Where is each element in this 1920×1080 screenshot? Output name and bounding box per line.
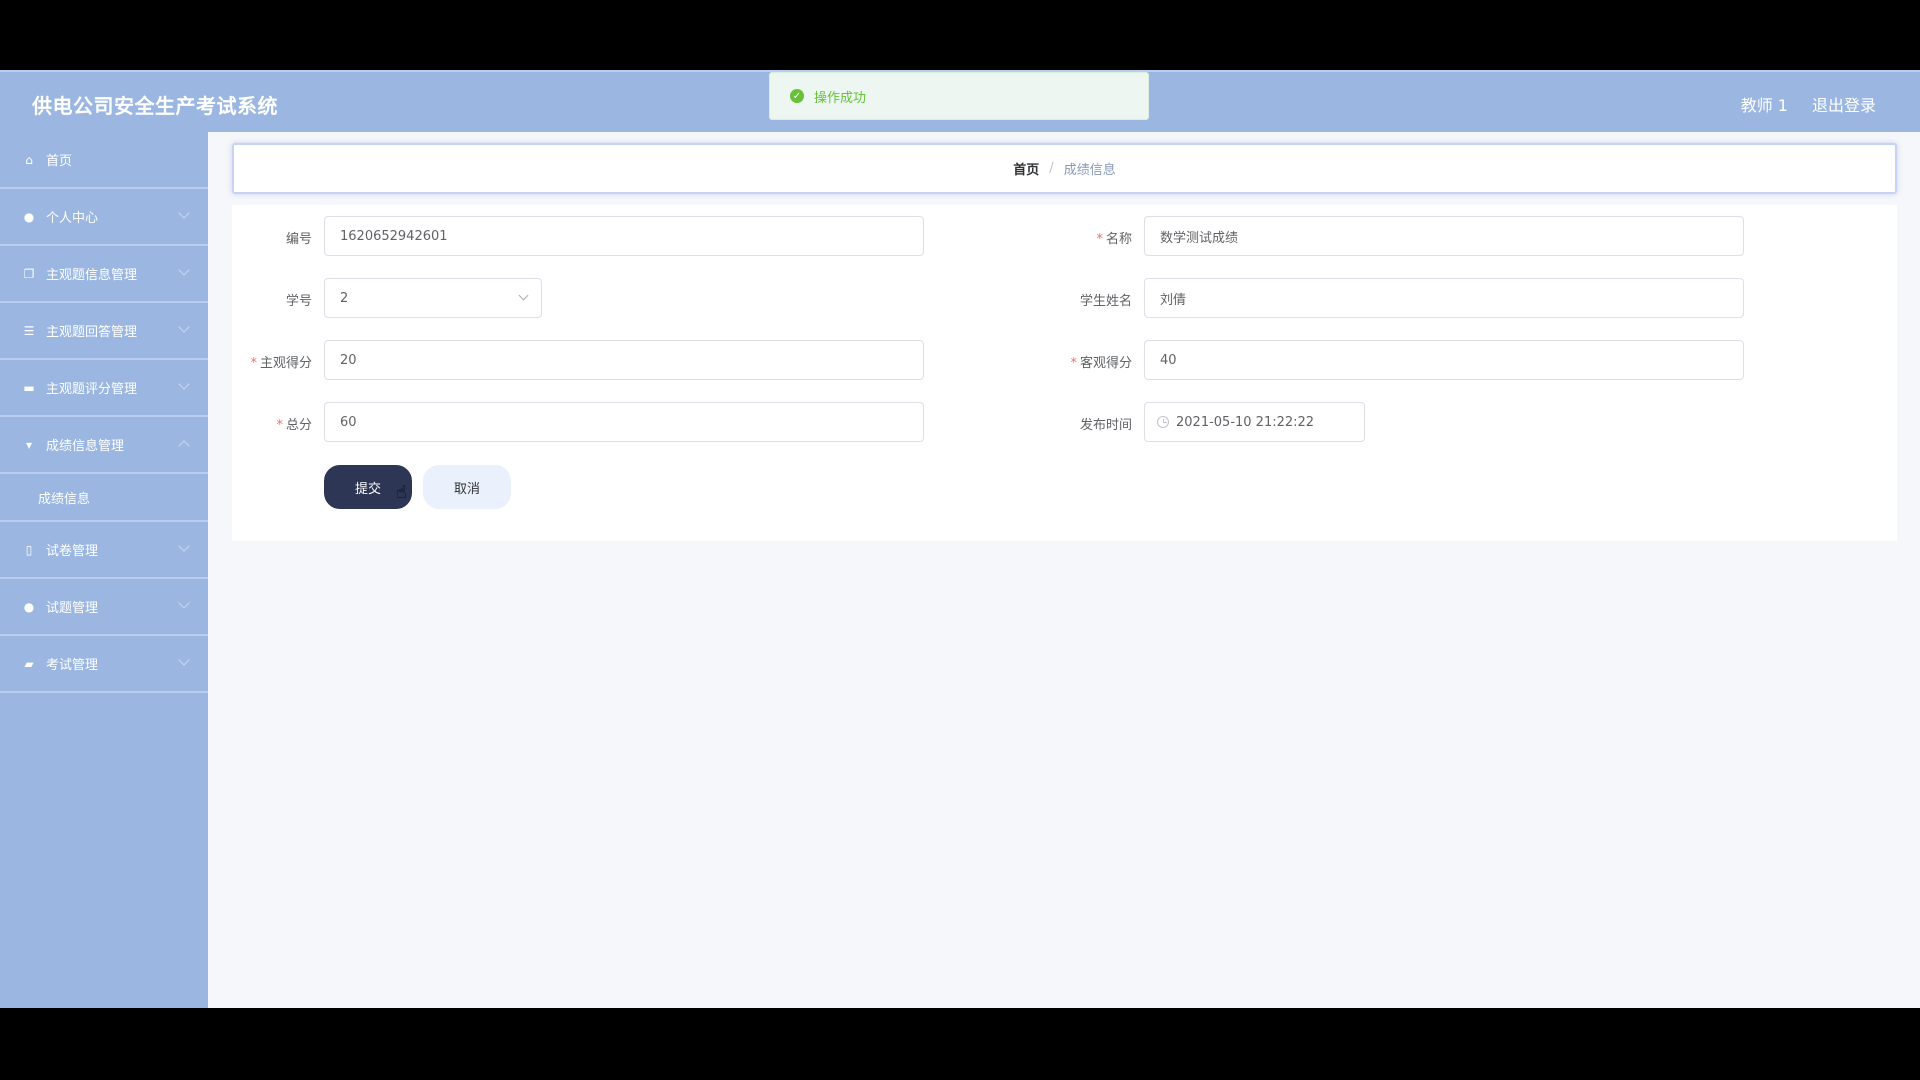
chevron-down-icon bbox=[178, 321, 190, 333]
list-icon: ☰ bbox=[23, 323, 35, 338]
id-field[interactable]: 1620652942601 bbox=[324, 216, 924, 256]
subjective-score-label: * 主观得分 bbox=[250, 356, 312, 371]
sidebar-item-question-management[interactable]: ● 试题管理 bbox=[0, 579, 208, 636]
mic-icon: ▯ bbox=[25, 542, 33, 557]
sidebar-item-paper-management[interactable]: ▯ 试卷管理 bbox=[0, 522, 208, 579]
chevron-down-icon bbox=[178, 207, 190, 219]
briefcase-icon: ▬ bbox=[23, 380, 35, 395]
student-name-field[interactable]: 刘倩 bbox=[1144, 278, 1744, 318]
sidebar-item-label: 主观题回答管理 bbox=[46, 325, 138, 340]
sidebar-item-label: 主观题信息管理 bbox=[46, 268, 138, 283]
student-name-label: 学生姓名 bbox=[1079, 294, 1132, 309]
chevron-down-icon bbox=[178, 540, 190, 552]
name-field[interactable]: 数学测试成绩 bbox=[1144, 216, 1744, 256]
success-toast: ✓ 操作成功 bbox=[769, 72, 1149, 120]
id-label: 编号 bbox=[285, 232, 312, 247]
publish-time-label: 发布时间 bbox=[1079, 418, 1132, 433]
subjective-score-field[interactable]: 20 bbox=[324, 340, 924, 380]
hand-pointer-icon: ☝ bbox=[396, 482, 407, 503]
breadcrumb-separator: / bbox=[1049, 161, 1054, 176]
total-score-field[interactable]: 60 bbox=[324, 402, 924, 442]
sidebar-item-subjective-answers[interactable]: ☰ 主观题回答管理 bbox=[0, 303, 208, 360]
sidebar: ⌂ 首页 ● 个人中心 ❐ 主观题信息管理 ☰ 主观题回答管理 ▬ 主观题评分管… bbox=[0, 132, 208, 1008]
sidebar-item-home[interactable]: ⌂ 首页 bbox=[0, 132, 208, 189]
app-title: 供电公司安全生产考试系统 bbox=[32, 94, 278, 118]
sidebar-item-label: 个人中心 bbox=[46, 211, 99, 226]
score-form: 编号 1620652942601 * 名称 数学测试成绩 学号 2 学生姓名 刘倩… bbox=[232, 205, 1897, 541]
sidebar-item-subjective-scoring[interactable]: ▬ 主观题评分管理 bbox=[0, 360, 208, 417]
sidebar-item-label: 主观题评分管理 bbox=[46, 382, 138, 397]
header-user-area: 教师 1 退出登录 bbox=[1741, 92, 1876, 116]
breadcrumb-home[interactable]: 首页 bbox=[1013, 159, 1039, 178]
chevron-up-icon bbox=[178, 440, 190, 452]
sidebar-item-label: 考试管理 bbox=[46, 658, 99, 673]
objective-score-label: * 客观得分 bbox=[1070, 356, 1132, 371]
publish-time-picker[interactable]: 2021-05-10 21:22:22 bbox=[1144, 402, 1365, 442]
student-no-label: 学号 bbox=[285, 294, 312, 309]
sidebar-item-exam-management[interactable]: ▰ 考试管理 bbox=[0, 636, 208, 693]
student-no-select[interactable]: 2 bbox=[324, 278, 542, 318]
user-icon: ● bbox=[23, 599, 35, 614]
breadcrumb: 首页 / 成绩信息 bbox=[232, 143, 1897, 194]
app-screen: 供电公司安全生产考试系统 教师 1 退出登录 ✓ 操作成功 ⌂ 首页 ● 个人中… bbox=[0, 70, 1920, 1008]
objective-score-field[interactable]: 40 bbox=[1144, 340, 1744, 380]
trophy-icon: ▾ bbox=[25, 437, 33, 452]
total-score-label: * 总分 bbox=[276, 418, 312, 433]
sidebar-item-label: 成绩信息管理 bbox=[46, 439, 125, 454]
sidebar-item-label: 首页 bbox=[46, 154, 73, 169]
check-circle-icon: ✓ bbox=[790, 89, 804, 103]
home-icon: ⌂ bbox=[25, 152, 33, 167]
sidebar-subitem-score-info[interactable]: 成绩信息 bbox=[0, 474, 208, 522]
cancel-button[interactable]: 取消 bbox=[423, 465, 511, 509]
user-icon: ● bbox=[23, 209, 35, 224]
chevron-down-icon bbox=[178, 597, 190, 609]
sidebar-item-label: 试题管理 bbox=[46, 601, 99, 616]
clock-icon bbox=[1157, 416, 1169, 428]
sidebar-item-personal-center[interactable]: ● 个人中心 bbox=[0, 189, 208, 246]
logout-link[interactable]: 退出登录 bbox=[1812, 92, 1876, 116]
sidebar-subitem-label: 成绩信息 bbox=[38, 491, 91, 507]
sidebar-item-subjective-info[interactable]: ❐ 主观题信息管理 bbox=[0, 246, 208, 303]
toast-message: 操作成功 bbox=[814, 90, 867, 106]
sidebar-item-label: 试卷管理 bbox=[46, 544, 99, 559]
chevron-down-icon bbox=[178, 264, 190, 276]
breadcrumb-current: 成绩信息 bbox=[1063, 163, 1116, 178]
chevron-down-icon bbox=[178, 654, 190, 666]
chevron-down-icon bbox=[178, 378, 190, 390]
copy-icon: ❐ bbox=[23, 266, 35, 281]
chevron-down-icon bbox=[518, 290, 529, 301]
sidebar-item-score-management[interactable]: ▾ 成绩信息管理 bbox=[0, 417, 208, 474]
case-icon: ▰ bbox=[24, 656, 34, 671]
current-user[interactable]: 教师 1 bbox=[1741, 92, 1788, 116]
name-label: * 名称 bbox=[1096, 232, 1132, 247]
